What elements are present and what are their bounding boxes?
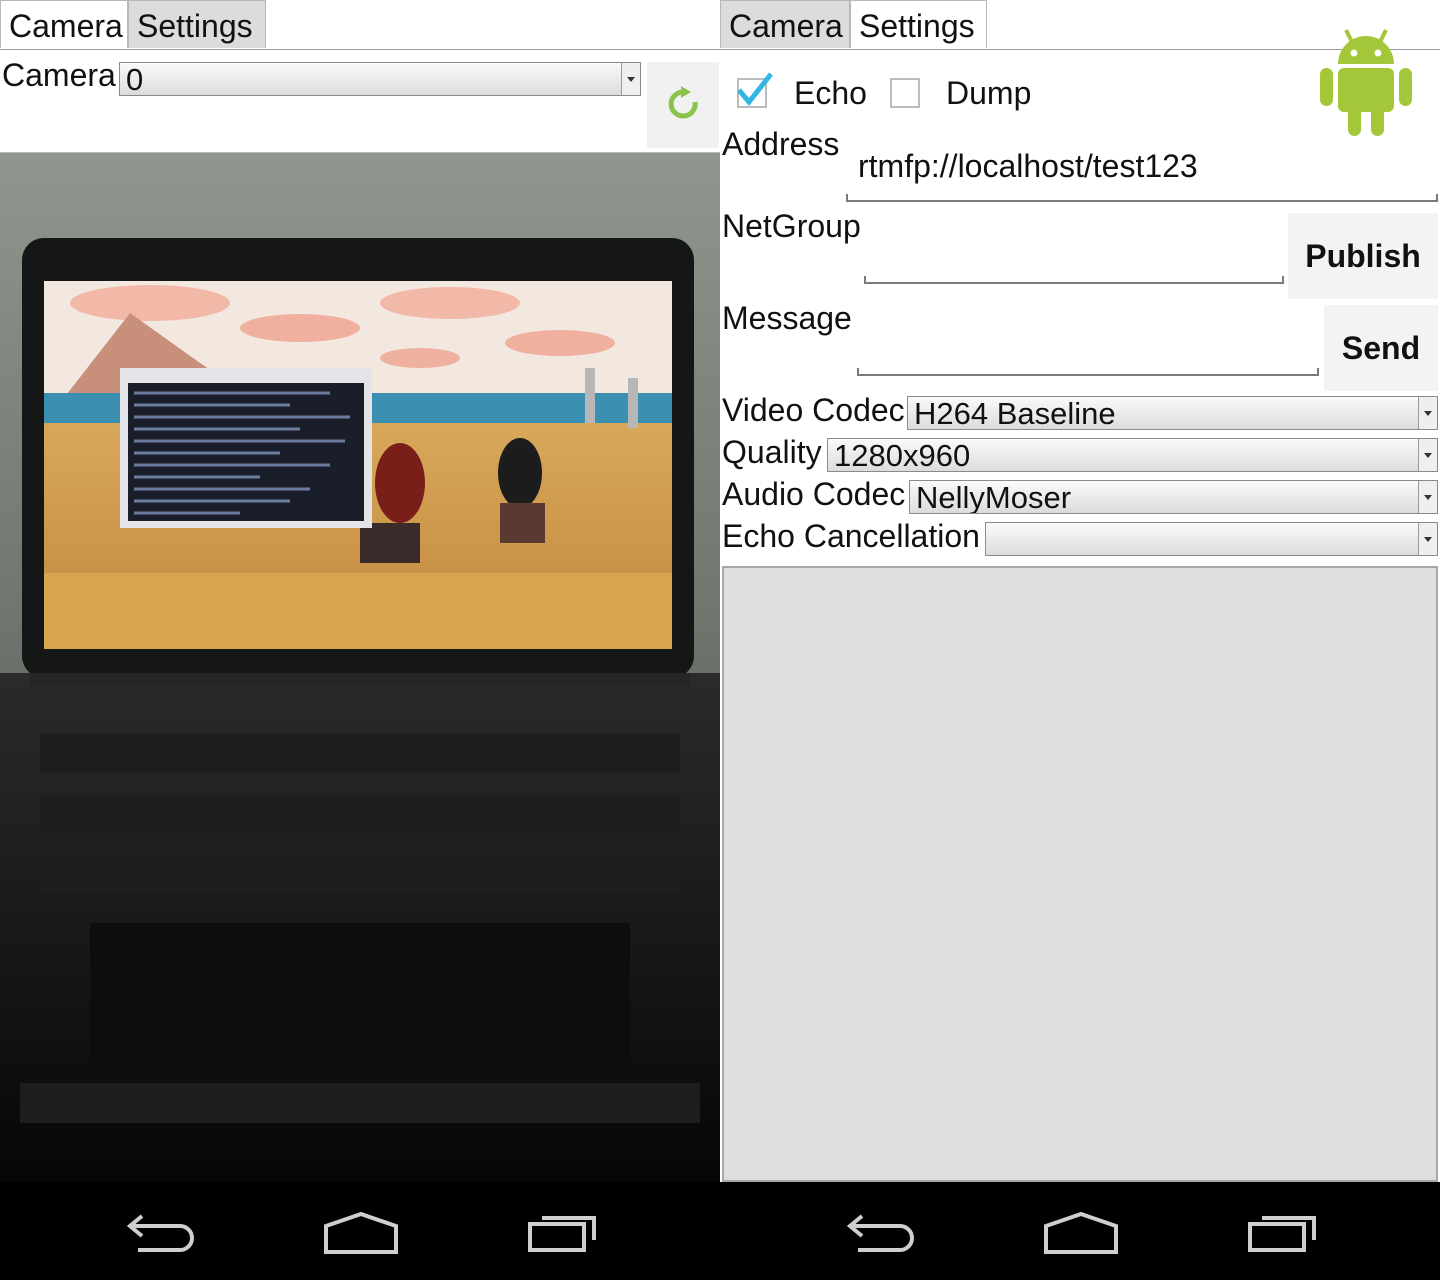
dump-label: Dump	[946, 75, 1032, 111]
tab-camera[interactable]: Camera	[0, 0, 128, 48]
home-icon[interactable]	[1036, 1200, 1126, 1260]
echo-checkbox[interactable]	[737, 72, 773, 108]
camera-select-value: 0	[126, 62, 144, 96]
checkmark-icon	[737, 72, 773, 106]
back-icon[interactable]	[118, 1200, 208, 1260]
netgroup-input[interactable]	[870, 240, 1280, 276]
chevron-down-icon	[1418, 481, 1437, 513]
log-area[interactable]	[722, 566, 1438, 1182]
back-icon[interactable]	[838, 1200, 928, 1260]
netgroup-underline	[864, 276, 1284, 284]
tab-settings[interactable]: Settings	[128, 0, 266, 48]
tab-camera[interactable]: Camera	[720, 0, 850, 48]
android-logo-icon	[1320, 29, 1412, 136]
audio-codec-label: Audio Codec	[722, 476, 906, 512]
tab-divider	[0, 49, 720, 50]
recent-apps-icon[interactable]	[518, 1200, 608, 1260]
navigation-bar	[0, 1182, 1440, 1280]
chevron-down-icon	[1418, 523, 1437, 555]
camera-preview-image	[0, 153, 720, 1182]
refresh-button[interactable]	[647, 62, 719, 148]
video-codec-label: Video Codec	[722, 392, 905, 428]
camera-preview	[0, 153, 720, 1182]
quality-label: Quality	[722, 434, 822, 470]
audio-codec-select[interactable]: NellyMoser	[909, 480, 1438, 514]
tab-settings[interactable]: Settings	[850, 0, 987, 48]
chevron-down-icon	[1418, 439, 1437, 471]
tab-bar: Camera Settings	[0, 0, 720, 50]
audio-codec-value: NellyMoser	[916, 480, 1072, 514]
address-label: Address	[722, 126, 840, 162]
netgroup-label: NetGroup	[722, 208, 861, 244]
video-codec-select[interactable]: H264 Baseline	[907, 396, 1438, 430]
message-underline	[857, 368, 1319, 376]
camera-select[interactable]: 0	[119, 62, 641, 96]
echo-cancellation-label: Echo Cancellation	[722, 518, 980, 554]
message-label: Message	[722, 300, 852, 336]
recent-apps-icon[interactable]	[1238, 1200, 1328, 1260]
send-button[interactable]: Send	[1324, 305, 1438, 391]
quality-select[interactable]: 1280x960	[827, 438, 1438, 472]
camera-label: Camera	[2, 57, 116, 93]
chevron-down-icon	[1418, 397, 1437, 429]
camera-pane: Camera Settings Camera 0	[0, 0, 720, 1182]
address-input[interactable]: rtmfp://localhost/test123	[858, 148, 1198, 184]
home-icon[interactable]	[316, 1200, 406, 1260]
refresh-icon	[668, 86, 698, 119]
dump-checkbox[interactable]	[890, 78, 920, 108]
video-codec-value: H264 Baseline	[914, 396, 1116, 430]
echo-label: Echo	[794, 75, 867, 111]
quality-value: 1280x960	[834, 438, 971, 472]
chevron-down-icon	[621, 63, 640, 95]
settings-pane: Camera Settings Echo Dump Address rtmfp:…	[720, 0, 1440, 1182]
echo-cancellation-select[interactable]	[985, 522, 1438, 556]
message-input[interactable]	[864, 332, 1314, 368]
publish-button[interactable]: Publish	[1288, 213, 1438, 299]
address-underline	[846, 194, 1438, 202]
